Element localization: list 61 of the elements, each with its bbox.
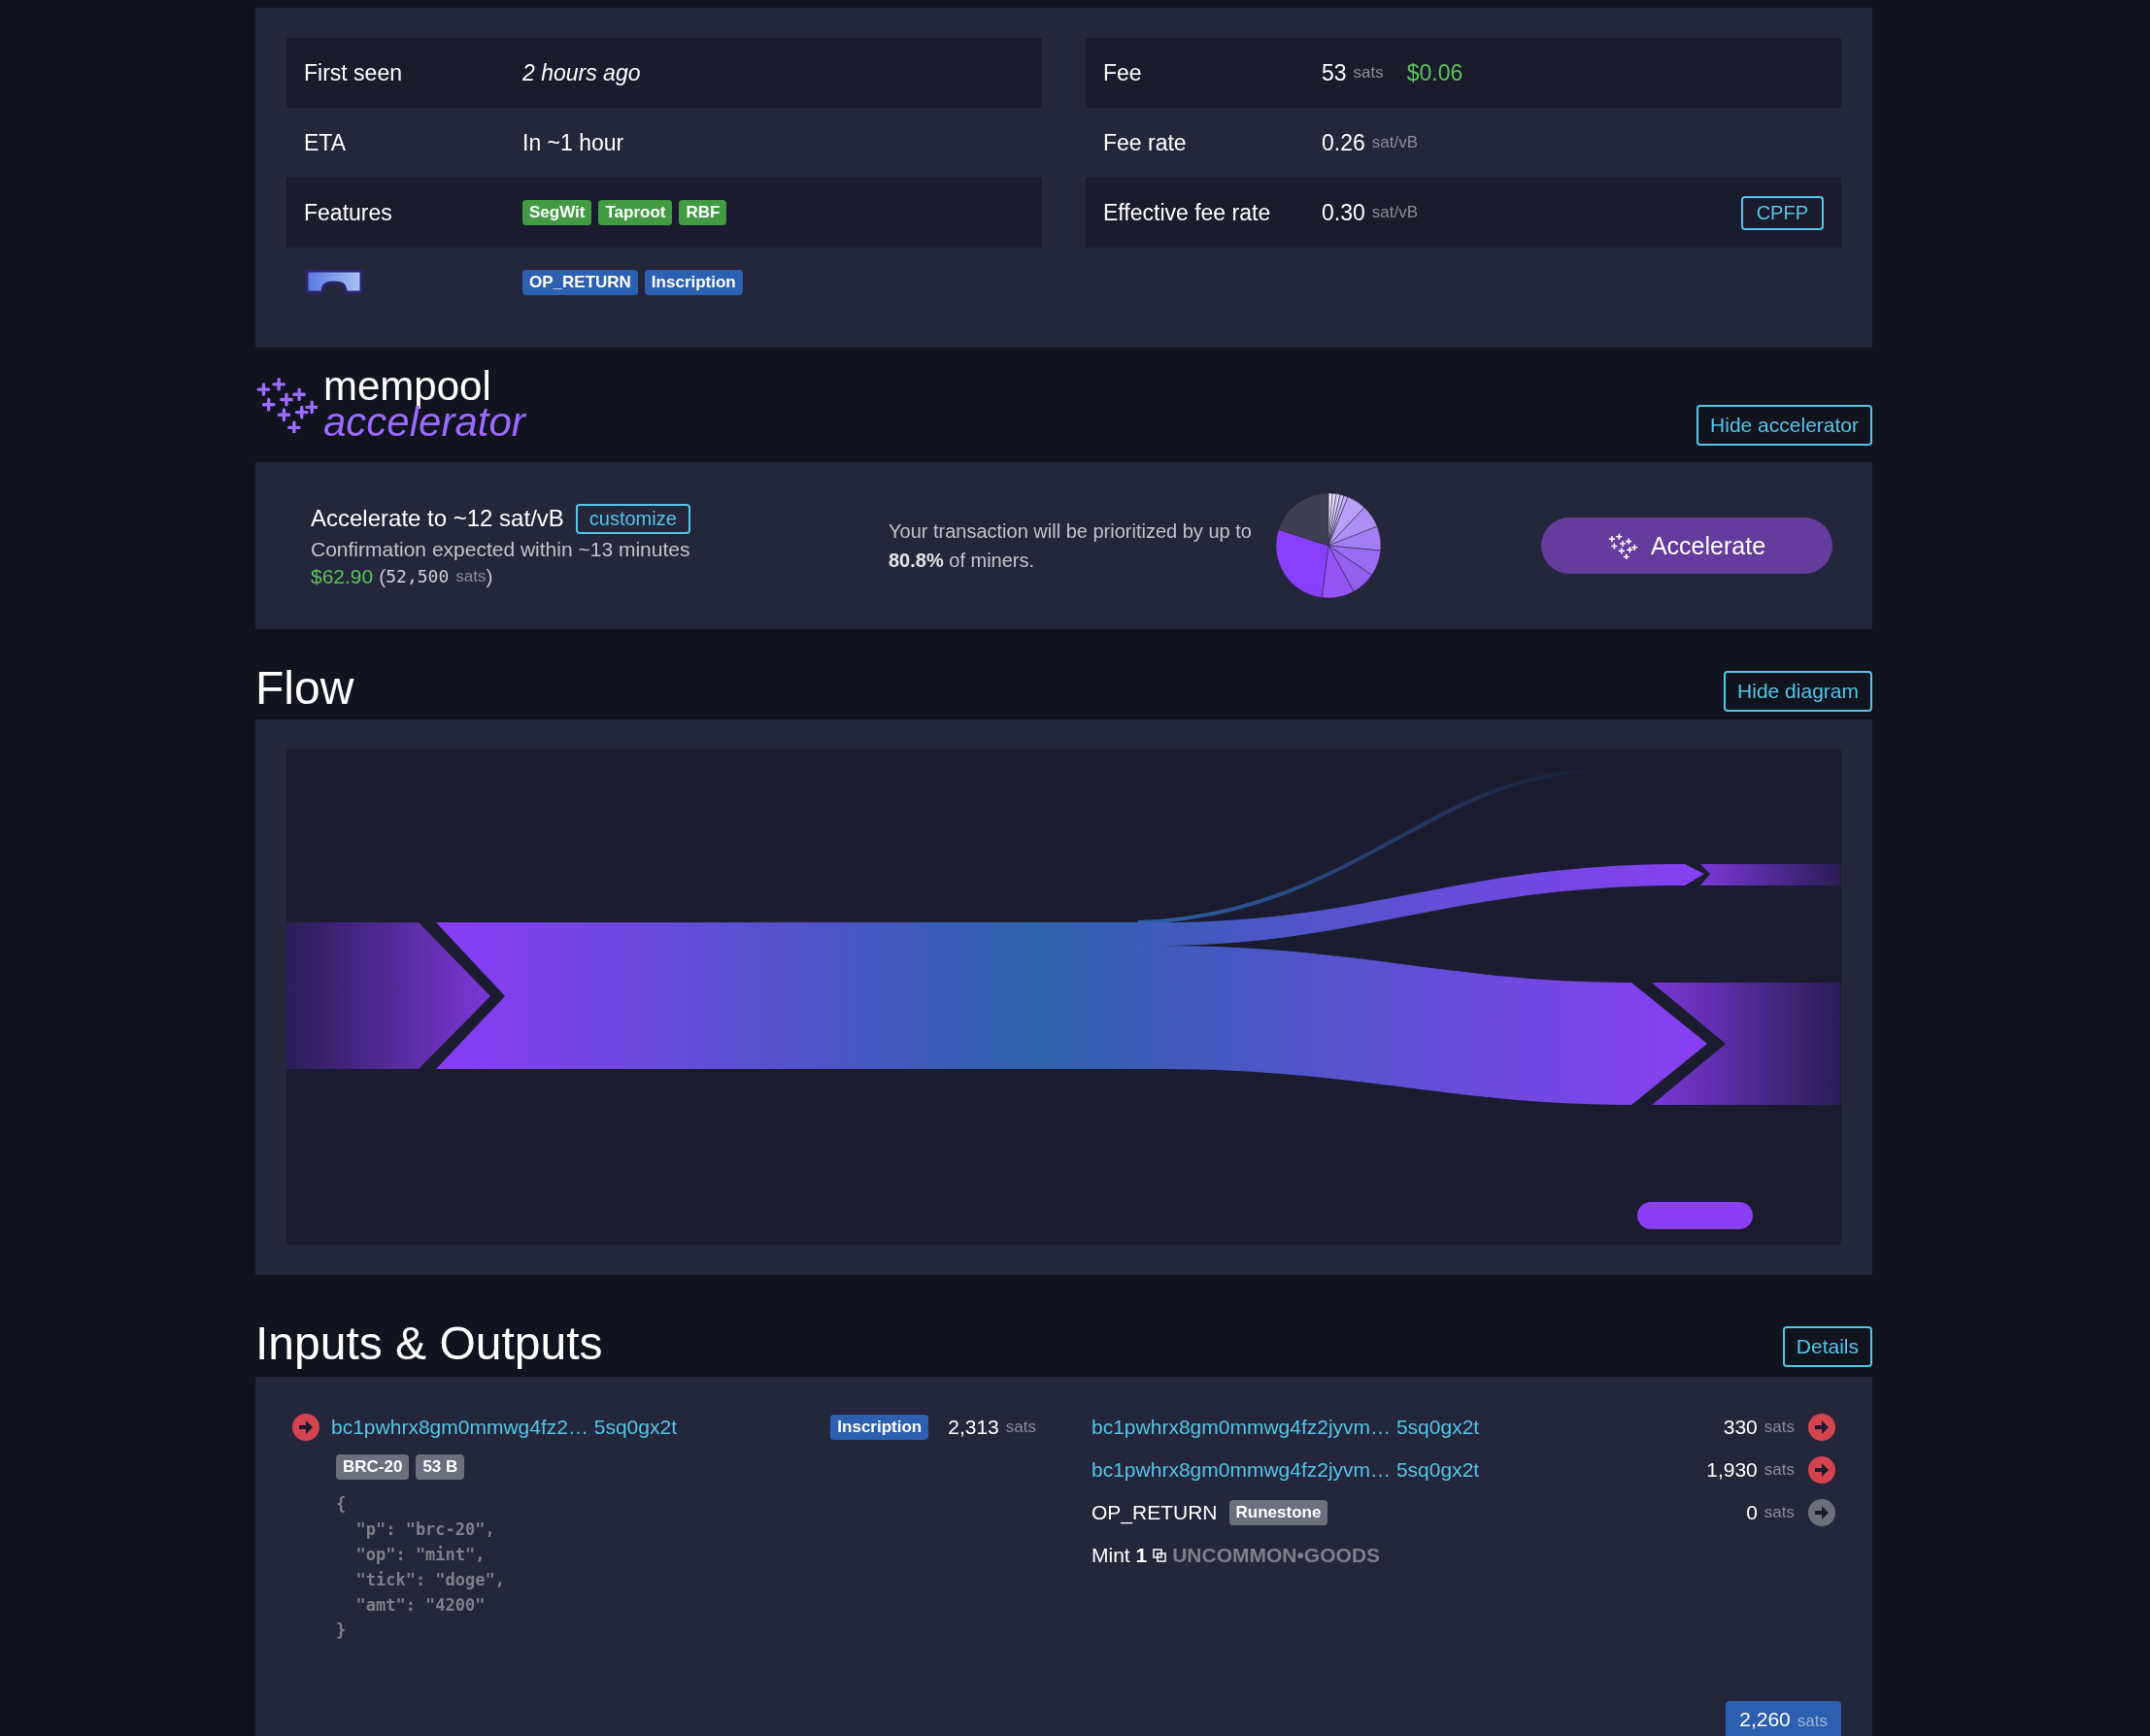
paren-text: (: [379, 564, 386, 588]
unit-label: sats: [1764, 1460, 1795, 1480]
field-value: In ~1 hour: [522, 129, 624, 156]
customize-button[interactable]: customize: [575, 503, 690, 534]
sparkles-icon: [255, 376, 318, 433]
tag: BRC-20: [336, 1454, 410, 1480]
field-label: ETA: [304, 129, 348, 156]
tag: RBF: [679, 200, 727, 225]
unit-label: sat/vB: [1371, 133, 1418, 152]
confirmation-text: Confirmation expected within ~13 minutes: [311, 537, 691, 561]
inscription-content: { "p": "brc-20", "op": "mint", "tick": "doge", "amt": "4200" }: [336, 1493, 506, 1642]
mint-text: Mint 1: [1092, 1544, 1148, 1567]
address-link[interactable]: bc1pwhrx8gm0mmwg4fz2… 5sq0gx2t: [331, 1416, 677, 1439]
unit-label: sats: [455, 566, 487, 585]
paren-text: ): [486, 564, 493, 588]
output-label: OP_RETURN: [1092, 1501, 1218, 1524]
prioritization-note: Your transaction will be prioritized by up to 80.8% of miners.: [889, 519, 1253, 573]
accelerate-button[interactable]: Accelerate: [1541, 517, 1832, 574]
tag: SegWit: [522, 200, 592, 225]
rune-name: UNCOMMON•GOODS: [1172, 1544, 1381, 1567]
copy-icon[interactable]: [1153, 1549, 1167, 1562]
unit-label: sats: [1353, 63, 1384, 83]
address-link[interactable]: bc1pwhrx8gm0mmwg4fz2jyvm… 5sq0gx2t: [1092, 1458, 1480, 1482]
field-label: First seen: [304, 59, 403, 86]
unit-label: sats: [1764, 1418, 1795, 1437]
unit-label: sats: [1797, 1712, 1828, 1730]
fee-rate-value: 0.26: [1322, 129, 1365, 156]
amount: 330: [1723, 1416, 1758, 1439]
cpfp-button[interactable]: CPFP: [1740, 195, 1824, 230]
amount: 2,313: [948, 1416, 999, 1439]
sparkles-icon: [1607, 532, 1637, 559]
accelerate-target: Accelerate to ~12 sat/vB: [311, 505, 564, 532]
unit-label: sats: [1005, 1418, 1036, 1437]
section-title: Flow: [255, 665, 354, 712]
field-value: 2 hours ago: [522, 59, 641, 86]
cost-sats: 52,500: [386, 566, 450, 586]
field-label: Features: [304, 199, 393, 226]
fee-value: 53: [1322, 59, 1347, 86]
fiat-value: $0.06: [1406, 59, 1463, 86]
amount: 1,930: [1706, 1458, 1758, 1482]
tag: 53 B: [416, 1454, 465, 1480]
details-button[interactable]: Details: [1782, 1326, 1872, 1367]
amount: 0: [1746, 1501, 1758, 1524]
cost-fiat: $62.90: [311, 564, 374, 588]
field-label: Fee rate: [1103, 129, 1188, 156]
amount: 2,260: [1739, 1708, 1791, 1730]
tag: Inscription: [830, 1415, 929, 1440]
tag: Inscription: [644, 270, 743, 295]
hide-accelerator-button[interactable]: Hide accelerator: [1696, 405, 1872, 446]
section-title: Inputs & Outputs: [255, 1320, 603, 1367]
field-label: Effective fee rate: [1103, 199, 1272, 226]
tag: OP_RETURN: [522, 270, 638, 295]
tag: Runestone: [1228, 1500, 1328, 1525]
field-label: Fee: [1103, 59, 1143, 86]
unit-label: sat/vB: [1371, 203, 1418, 222]
glasses-icon: [304, 268, 364, 297]
fee-rate-value: 0.30: [1322, 199, 1365, 226]
hide-diagram-button[interactable]: Hide diagram: [1724, 671, 1872, 712]
tag: Taproot: [598, 200, 673, 225]
unit-label: sats: [1764, 1503, 1795, 1522]
address-link[interactable]: bc1pwhrx8gm0mmwg4fz2jyvm… 5sq0gx2t: [1092, 1416, 1480, 1439]
